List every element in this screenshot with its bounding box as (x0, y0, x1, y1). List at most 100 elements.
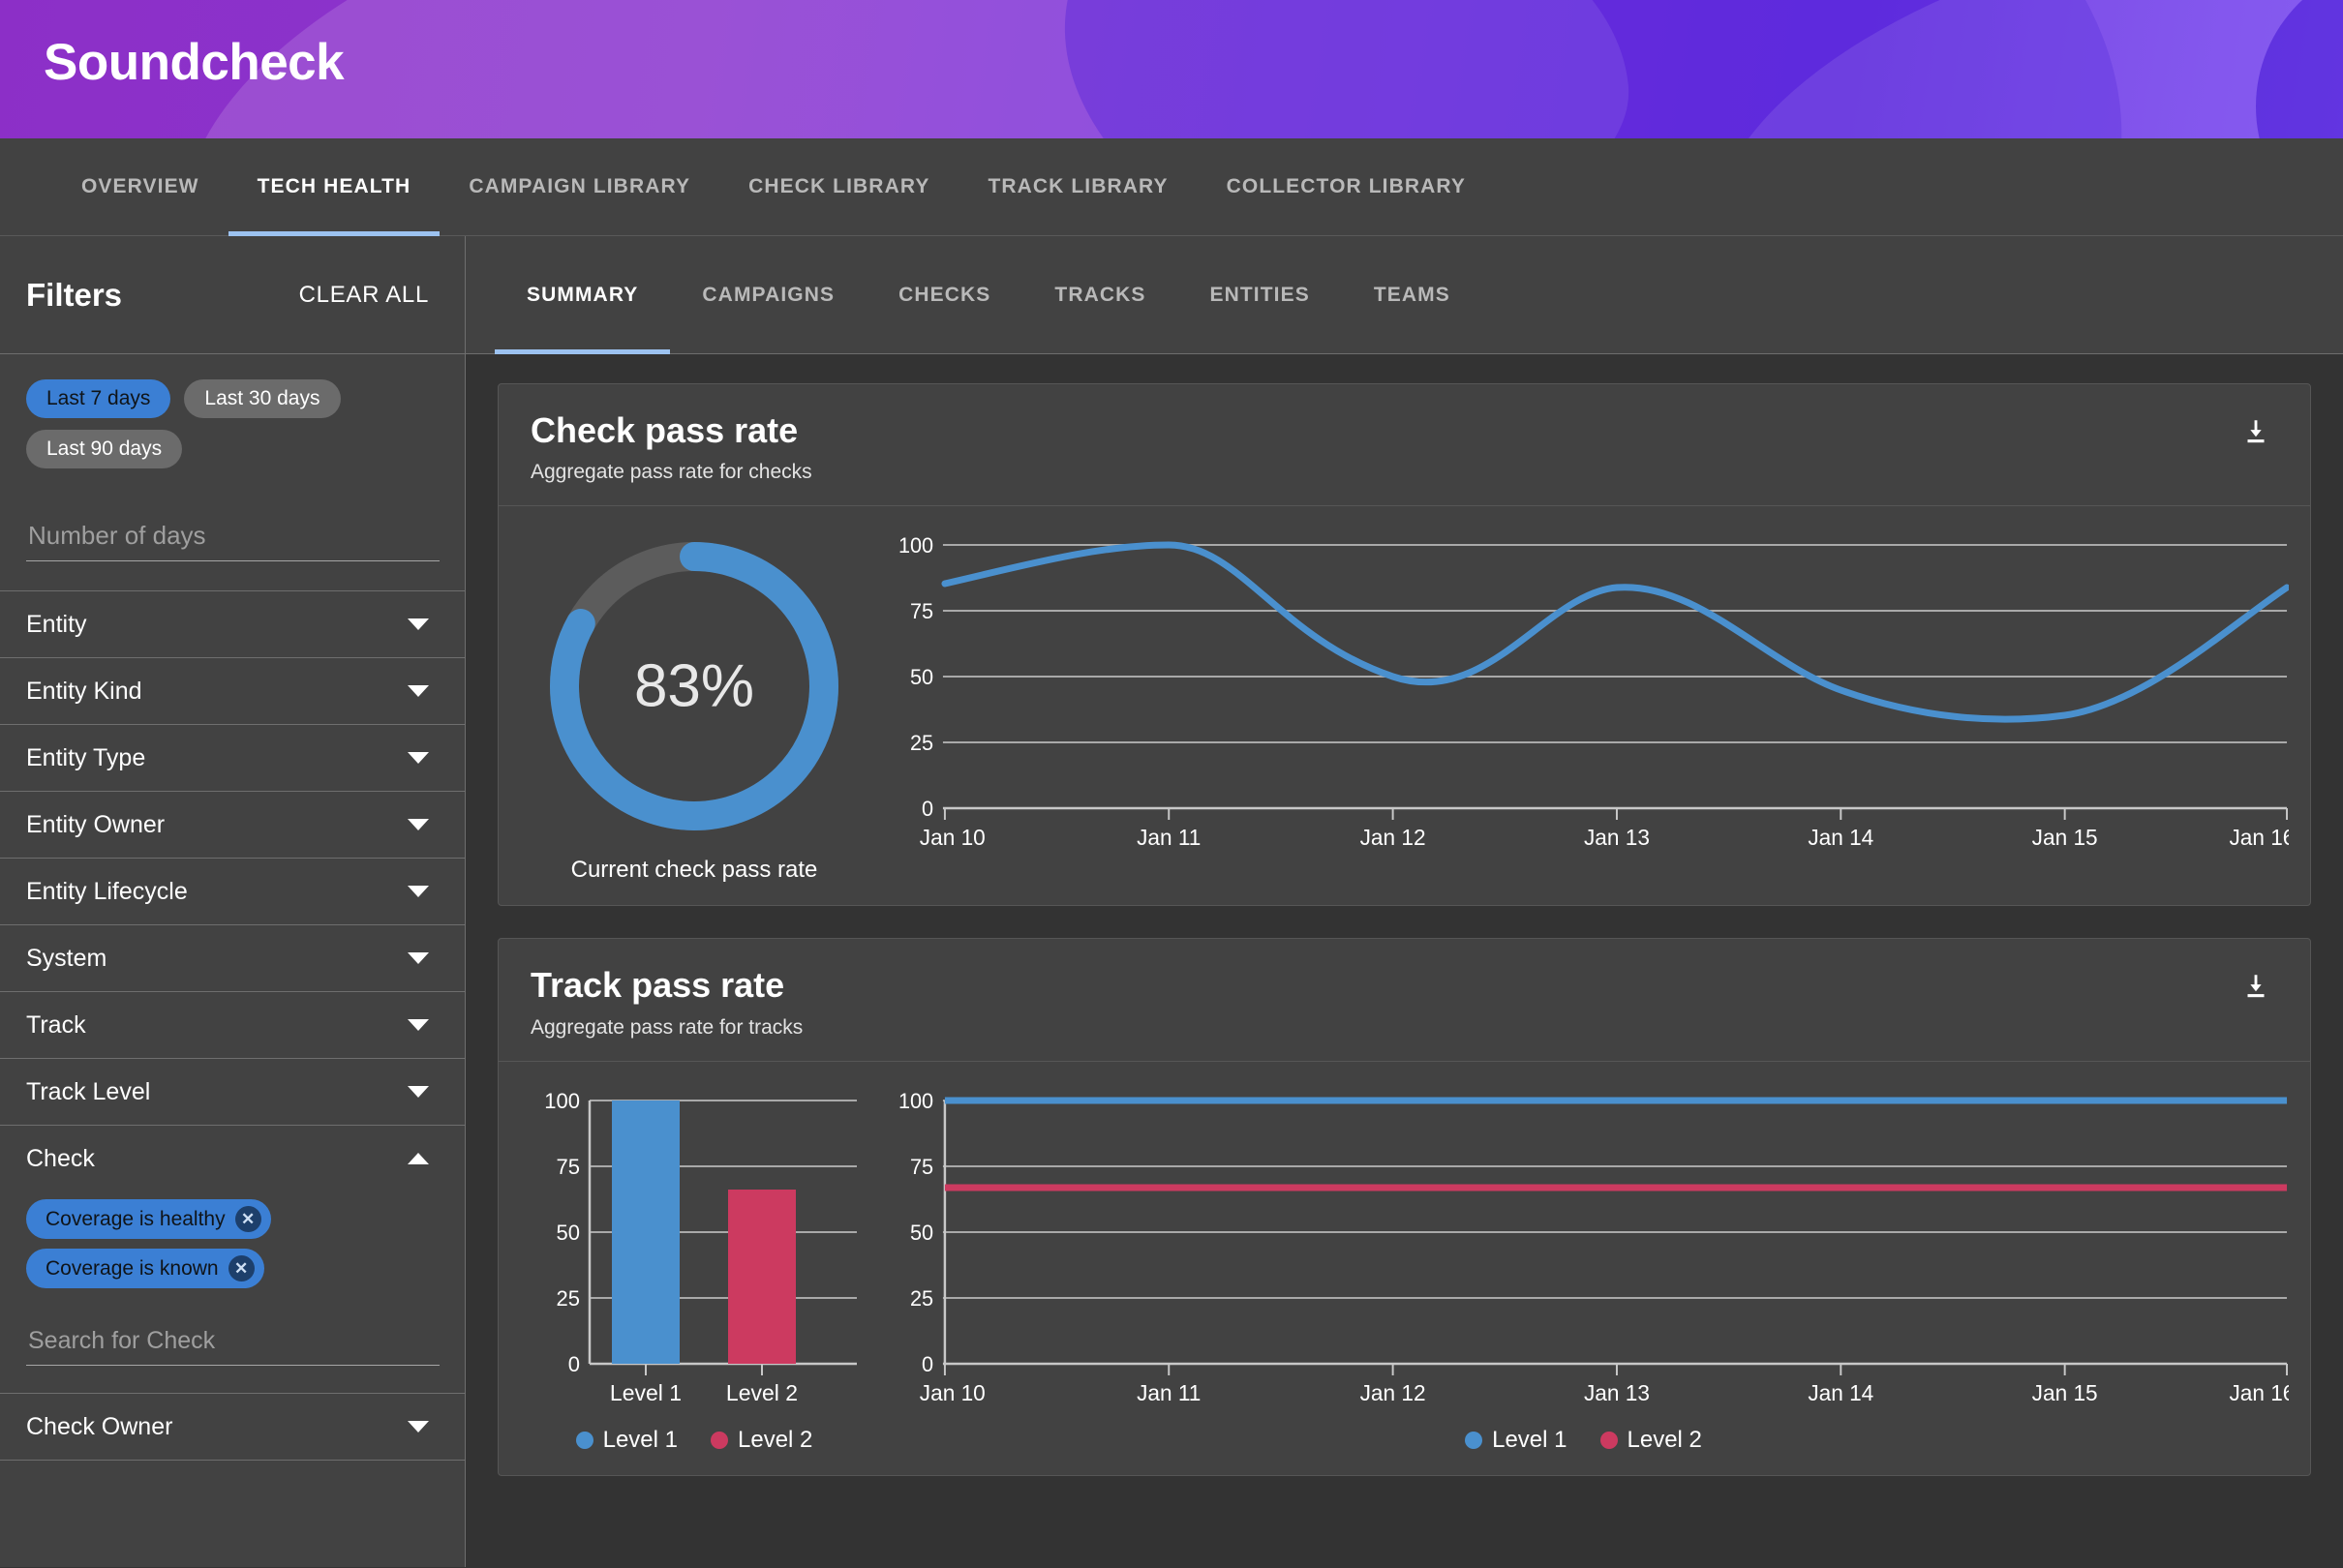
legend-dot-icon (711, 1431, 728, 1449)
filter-group-entity-kind-label: Entity Kind (26, 677, 142, 705)
chevron-down-icon (408, 752, 429, 764)
filter-group-entity-type-header[interactable]: Entity Type (0, 725, 465, 791)
line-chart-svg: 100 75 50 25 0 Jan 10 Jan 11 Jan 12 Jan … (898, 533, 2295, 850)
check-pass-rate-title: Check pass rate (531, 410, 799, 450)
x-tick-level-1: Level 1 (610, 1380, 682, 1405)
filter-group-entity-kind-header[interactable]: Entity Kind (0, 658, 465, 724)
legend-item-level-2[interactable]: Level 2 (711, 1427, 812, 1454)
tag-coverage-is-known[interactable]: Coverage is known ✕ (26, 1249, 264, 1288)
filter-group-check-owner-header[interactable]: Check Owner (0, 1394, 465, 1460)
download-icon[interactable] (2234, 410, 2278, 460)
nav-tab-track-library[interactable]: TRACK LIBRARY (958, 138, 1197, 236)
x-tick-jan10: Jan 10 (920, 825, 986, 850)
filters-header: Filters CLEAR ALL (0, 236, 465, 354)
filter-group-entity: Entity (0, 591, 465, 658)
filter-group-track-level: Track Level (0, 1059, 465, 1126)
track-pass-rate-card-header: Track pass rate Aggregate pass rate for … (499, 939, 2310, 1062)
app-banner: Soundcheck (0, 0, 2343, 138)
legend-item-level-1[interactable]: Level 1 (1465, 1427, 1567, 1454)
track-pass-rate-line-chart: 100 75 50 25 0 Jan 10 Jan 11 Jan 12 Jan … (868, 1087, 2295, 1454)
chip-last-7-days[interactable]: Last 7 days (26, 379, 171, 418)
check-pass-rate-donut: 83% Current check pass rate (520, 531, 868, 884)
filter-group-entity-header[interactable]: Entity (0, 591, 465, 657)
page-body: Filters CLEAR ALL Last 7 days Last 30 da… (0, 236, 2343, 1567)
legend-dot-icon (1465, 1431, 1483, 1449)
x-tick-jan14: Jan 14 (1808, 825, 1873, 850)
close-icon[interactable]: ✕ (228, 1255, 255, 1282)
track-pass-rate-bar-chart: 100 75 50 25 0 Level 1 Level 2 Level 1 L… (520, 1087, 868, 1454)
filter-group-track-level-header[interactable]: Track Level (0, 1059, 465, 1125)
check-pass-rate-card: Check pass rate Aggregate pass rate for … (498, 383, 2311, 907)
nav-tab-overview[interactable]: OVERVIEW (52, 138, 228, 236)
donut-caption: Current check pass rate (570, 857, 818, 884)
chevron-down-icon (408, 819, 429, 830)
filter-group-system-header[interactable]: System (0, 925, 465, 991)
y-tick-50: 50 (910, 1221, 933, 1245)
secondary-tabs: SUMMARY CAMPAIGNS CHECKS TRACKS ENTITIES… (466, 236, 2343, 354)
legend-item-level-1[interactable]: Level 1 (575, 1427, 678, 1454)
filter-group-check-owner: Check Owner (0, 1394, 465, 1461)
x-tick-jan13: Jan 13 (1584, 825, 1650, 850)
date-range-chip-group: Last 7 days Last 30 days Last 90 days (26, 379, 439, 468)
y-tick-75: 75 (910, 599, 933, 623)
filter-group-entity-type-label: Entity Type (26, 743, 146, 771)
donut-svg: 83% (550, 542, 838, 831)
track-line-chart-svg: 100 75 50 25 0 Jan 10 Jan 11 Jan 12 Jan … (898, 1089, 2295, 1405)
legend-item-level-2[interactable]: Level 2 (1599, 1427, 1702, 1454)
nav-tab-tech-health[interactable]: TECH HEALTH (228, 138, 441, 236)
download-icon[interactable] (2234, 965, 2278, 1014)
tab-entities[interactable]: ENTITIES (1178, 236, 1342, 354)
x-tick-jan14: Jan 14 (1808, 1380, 1873, 1405)
chevron-down-icon (408, 886, 429, 897)
y-tick-25: 25 (910, 731, 933, 755)
chevron-down-icon (408, 952, 429, 964)
nav-tab-check-library[interactable]: CHECK LIBRARY (719, 138, 958, 236)
close-icon[interactable]: ✕ (234, 1206, 261, 1232)
y-tick-25: 25 (557, 1286, 580, 1311)
tab-summary[interactable]: SUMMARY (495, 236, 671, 354)
chevron-down-icon (408, 1421, 429, 1432)
filter-group-entity-type: Entity Type (0, 725, 465, 792)
cards-container: Check pass rate Aggregate pass rate for … (466, 354, 2343, 1476)
track-pass-rate-title: Track pass rate (531, 965, 785, 1006)
legend-label: Level 2 (738, 1426, 813, 1453)
check-selected-tags: Coverage is healthy ✕ Coverage is known … (26, 1199, 439, 1288)
filter-group-entity-owner-header[interactable]: Entity Owner (0, 792, 465, 858)
y-tick-100: 100 (898, 1089, 933, 1113)
chip-last-30-days[interactable]: Last 30 days (184, 379, 341, 418)
tab-campaigns[interactable]: CAMPAIGNS (670, 236, 867, 354)
bar-level-2 (728, 1189, 796, 1364)
filter-group-track: Track (0, 992, 465, 1059)
filter-group-check-header[interactable]: Check (0, 1126, 465, 1191)
number-of-days-input[interactable] (26, 517, 440, 561)
bar-level-1 (612, 1100, 680, 1364)
chip-last-90-days[interactable]: Last 90 days (26, 430, 183, 468)
nav-tab-collector-library[interactable]: COLLECTOR LIBRARY (1198, 138, 1495, 236)
tag-coverage-is-healthy[interactable]: Coverage is healthy ✕ (26, 1199, 271, 1239)
bar-chart-legend: Level 1 Level 2 (520, 1427, 868, 1454)
filter-group-check: Check Coverage is healthy ✕ Coverage is … (0, 1126, 465, 1394)
filter-group-entity-lifecycle-header[interactable]: Entity Lifecycle (0, 859, 465, 924)
tab-checks[interactable]: CHECKS (867, 236, 1022, 354)
chevron-up-icon (408, 1153, 429, 1164)
tab-teams[interactable]: TEAMS (1342, 236, 1482, 354)
y-tick-25: 25 (910, 1286, 933, 1311)
app-root: Soundcheck OVERVIEW TECH HEALTH CAMPAIGN… (0, 0, 2343, 1568)
x-tick-jan11: Jan 11 (1137, 1380, 1201, 1405)
filter-group-entity-label: Entity (26, 610, 87, 638)
check-pass-rate-card-header: Check pass rate Aggregate pass rate for … (499, 384, 2310, 507)
filter-group-entity-kind: Entity Kind (0, 658, 465, 725)
filters-title: Filters (26, 276, 123, 313)
clear-all-button[interactable]: CLEAR ALL (299, 282, 429, 309)
tab-tracks[interactable]: TRACKS (1022, 236, 1177, 354)
filter-group-track-header[interactable]: Track (0, 992, 465, 1058)
y-tick-50: 50 (557, 1221, 580, 1245)
filter-group-track-level-label: Track Level (26, 1077, 151, 1105)
search-for-check-input[interactable] (26, 1323, 440, 1366)
x-tick-level-2: Level 2 (726, 1380, 798, 1405)
legend-dot-icon (575, 1431, 593, 1449)
track-pass-rate-card: Track pass rate Aggregate pass rate for … (498, 938, 2311, 1476)
bar-chart-svg: 100 75 50 25 0 Level 1 Level 2 (544, 1089, 857, 1405)
nav-tab-campaign-library[interactable]: CAMPAIGN LIBRARY (440, 138, 719, 236)
tag-label: Coverage is healthy (46, 1207, 226, 1230)
